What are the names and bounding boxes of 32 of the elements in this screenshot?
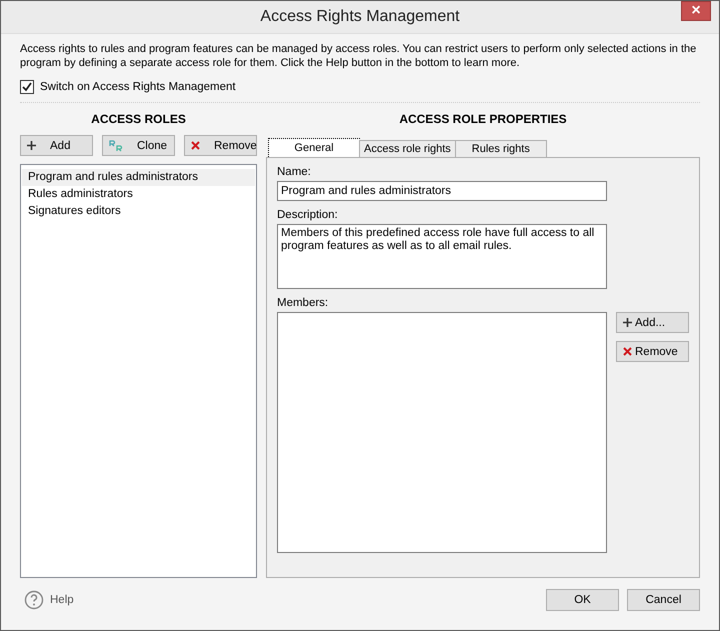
remove-button[interactable]: Remove bbox=[184, 135, 257, 156]
help-link[interactable]: Help bbox=[50, 594, 74, 606]
field-label: Name: bbox=[277, 166, 312, 178]
checkbox-label: Switch on Access Rights Management bbox=[40, 81, 236, 93]
clone-icon bbox=[109, 140, 123, 152]
plus-icon bbox=[623, 318, 632, 327]
list-item[interactable]: Signatures editors bbox=[22, 203, 255, 220]
checkbox[interactable] bbox=[20, 80, 34, 94]
name-field[interactable]: Program and rules administrators bbox=[277, 181, 607, 201]
close-button[interactable]: × bbox=[681, 1, 711, 21]
section-heading: ACCESS ROLE PROPERTIES bbox=[398, 111, 568, 128]
window-title: Access Rights Management bbox=[260, 8, 460, 26]
plus-icon bbox=[27, 141, 36, 150]
list-item[interactable]: Program and rules administrators bbox=[22, 169, 255, 186]
add-button[interactable]: Add bbox=[20, 135, 93, 156]
close-icon bbox=[623, 347, 632, 356]
tab[interactable]: General bbox=[268, 138, 360, 157]
intro-text: Access rights to rules and program features can be managed by access roles. You can restrict users to perform only selected actions in the program by defining a separate access role for them. Click the Help button in the bottom to learn more. bbox=[20, 42, 698, 70]
cancel-button[interactable]: Cancel bbox=[627, 589, 700, 611]
close-icon bbox=[191, 141, 200, 150]
description-field[interactable]: Members of this predefined access role have full access to all program features as well as to all email rules. bbox=[277, 224, 607, 289]
remove-button[interactable]: Remove bbox=[616, 341, 689, 362]
ok-button[interactable]: OK bbox=[546, 589, 619, 611]
tab[interactable]: Rules rights bbox=[454, 140, 547, 157]
add-button[interactable]: Add... bbox=[616, 312, 689, 333]
list-item[interactable]: Rules administrators bbox=[22, 186, 255, 203]
tab[interactable]: Access role rights bbox=[359, 140, 456, 157]
field-label: Members: bbox=[277, 297, 330, 309]
section-heading: ACCESS ROLES bbox=[90, 111, 187, 128]
field-label: Description: bbox=[277, 209, 339, 221]
help-icon[interactable] bbox=[24, 590, 44, 610]
clone-button[interactable]: Clone bbox=[102, 135, 175, 156]
